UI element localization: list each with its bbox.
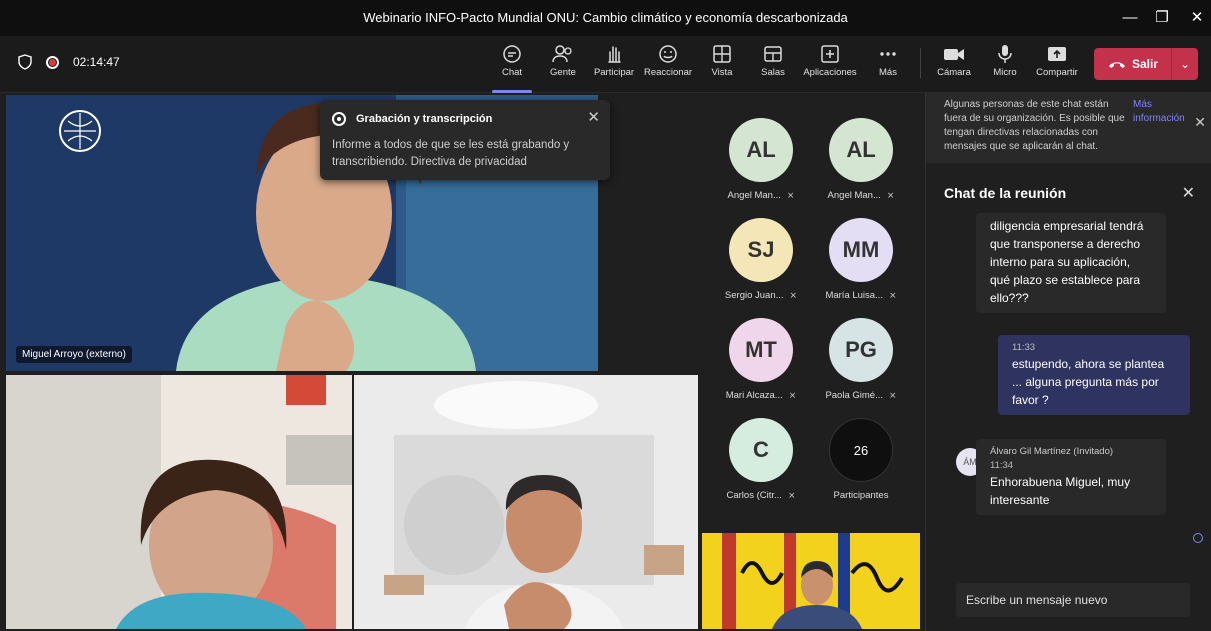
participant-name: Paola Gimé... (825, 390, 883, 401)
apps-icon (821, 45, 839, 63)
chevron-down-icon[interactable]: ⌄ (1172, 57, 1198, 71)
mic-off-icon: ⨯ (786, 190, 795, 200)
notification-title: Grabación y transcripción (356, 113, 493, 125)
participant-name: Sergio Juan... (724, 290, 784, 301)
maximize-icon[interactable]: ❐ (1148, 6, 1176, 30)
close-window-icon[interactable]: ✕ (1183, 6, 1211, 30)
grid-icon (713, 45, 731, 63)
message-time: 11:33 (1012, 342, 1036, 353)
participant-video (354, 375, 698, 629)
leave-main[interactable]: Salir (1094, 48, 1172, 80)
leave-button[interactable]: Salir ⌄ (1094, 48, 1198, 80)
camera-button[interactable]: Cámara (926, 42, 982, 88)
video-tile-participant[interactable] (354, 375, 698, 629)
more-info-link[interactable]: Más información (1133, 98, 1195, 126)
toolbar-divider (920, 48, 921, 78)
recording-icon (46, 55, 59, 69)
participant-count: 26 (829, 418, 893, 482)
people-icon (552, 45, 572, 63)
chat-message-own: 11:33 estupendo, ahora se plantea ... al… (998, 335, 1190, 415)
participant-name: Carlos (Citr... (726, 490, 782, 501)
recording-icon (332, 112, 346, 126)
participant-name: María Luisa... (825, 290, 883, 301)
chat-messages[interactable]: diligencia empresarial tendrá que transp… (926, 213, 1211, 573)
mic-off-icon: ⨯ (886, 190, 895, 200)
view-button[interactable]: Vista (694, 42, 750, 88)
message-text: estupendo, ahora se plantea ... alguna p… (1012, 357, 1165, 407)
more-button[interactable]: Más (860, 42, 916, 88)
chat-message: diligencia empresarial tendrá que transp… (976, 213, 1166, 313)
hang-up-icon (1109, 62, 1125, 68)
participant-tile[interactable]: SJ Sergio Juan... ⨯ (711, 218, 811, 318)
notification-body: Informe a todos de que se les está graba… (332, 139, 570, 168)
mic-off-icon: ⨯ (889, 290, 897, 300)
message-input[interactable]: Escribe un mensaje nuevo (956, 583, 1190, 617)
chat-icon (503, 45, 521, 63)
message-text: Enhorabuena Miguel, muy interesante (990, 475, 1131, 507)
raise-hand-button[interactable]: Participar (586, 42, 642, 88)
camera-icon (944, 49, 964, 60)
participant-overflow[interactable]: 26 Participantes (811, 418, 911, 518)
participant-name: Angel Man... (727, 190, 781, 201)
mic-off-icon: ⨯ (889, 390, 897, 400)
chat-panel: Algunas personas de este chat están fuer… (925, 93, 1211, 631)
seen-icon (1193, 533, 1203, 543)
rooms-icon (764, 46, 782, 62)
window-title: Webinario INFO-Pacto Mundial ONU: Cambio… (363, 10, 848, 25)
participant-tile[interactable]: MT Mari Alcaza... ⨯ (711, 318, 811, 418)
participant-video (6, 375, 352, 629)
avatar: C (729, 418, 793, 482)
shield-icon (18, 54, 32, 70)
participant-name-tag: Miguel Arroyo (externo) (16, 346, 132, 363)
people-button[interactable]: Gente (535, 42, 591, 88)
title-bar: Webinario INFO-Pacto Mundial ONU: Cambio… (0, 0, 1211, 36)
participant-tile[interactable]: AL Angel Man... ⨯ (811, 118, 911, 218)
raise-hand-icon (608, 46, 621, 63)
smile-icon (659, 45, 677, 63)
avatar: AL (829, 118, 893, 182)
participant-name: Angel Man... (827, 190, 881, 201)
meeting-timer: 02:14:47 (73, 55, 120, 69)
message-time: 11:34 (990, 460, 1014, 471)
avatar: PG (829, 318, 893, 382)
avatar: AL (729, 118, 793, 182)
close-icon[interactable]: ✕ (1182, 183, 1195, 203)
participant-tile[interactable]: AL Angel Man... ⨯ (711, 118, 811, 218)
rooms-button[interactable]: Salas (745, 42, 801, 88)
chat-button[interactable]: Chat (484, 42, 540, 93)
share-button[interactable]: Compartir (1029, 42, 1085, 88)
video-tile-participant[interactable] (6, 375, 352, 629)
mic-off-icon: ⨯ (788, 390, 797, 400)
participant-video (702, 533, 920, 629)
apps-button[interactable]: Aplicaciones (802, 42, 858, 88)
external-notice: Algunas personas de este chat están fuer… (926, 93, 1211, 163)
participant-tile[interactable]: MM María Luisa... ⨯ (811, 218, 911, 318)
message-text: diligencia empresarial tendrá que transp… (990, 219, 1144, 305)
participant-tile[interactable]: PG Paola Gimé... ⨯ (811, 318, 911, 418)
chat-title: Chat de la reunión (944, 185, 1067, 201)
avatar: MM (829, 218, 893, 282)
participant-name: Mari Alcaza... (725, 390, 783, 401)
participant-name: Participantes (833, 490, 889, 501)
mic-off-icon: ⨯ (789, 290, 798, 300)
share-icon (1048, 47, 1066, 61)
avatar: SJ (729, 218, 793, 282)
microphone-button[interactable]: Micro (977, 42, 1033, 88)
react-button[interactable]: Reaccionar (640, 42, 696, 88)
participant-tile[interactable]: C Carlos (Citr... ⨯ (711, 418, 811, 518)
meeting-status: 02:14:47 (18, 54, 120, 70)
recording-notification: Grabación y transcripción ✕ Informe a to… (320, 100, 610, 180)
microphone-icon (998, 45, 1012, 63)
video-tile-participant[interactable] (702, 533, 920, 629)
meeting-toolbar: 02:14:47 Chat Gente Participar Reacciona… (0, 36, 1211, 93)
message-author: Álvaro Gil Martínez (Invitado) (990, 446, 1114, 457)
notice-text: Algunas personas de este chat están fuer… (944, 99, 1125, 152)
avatar: MT (729, 318, 793, 382)
minimize-icon[interactable]: — (1116, 6, 1144, 30)
close-icon[interactable]: ✕ (1194, 115, 1206, 129)
mic-off-icon: ⨯ (787, 490, 796, 500)
more-icon (880, 52, 896, 56)
chat-message: Álvaro Gil Martínez (Invitado) 11:34 Enh… (976, 439, 1166, 515)
close-icon[interactable]: ✕ (587, 108, 600, 126)
